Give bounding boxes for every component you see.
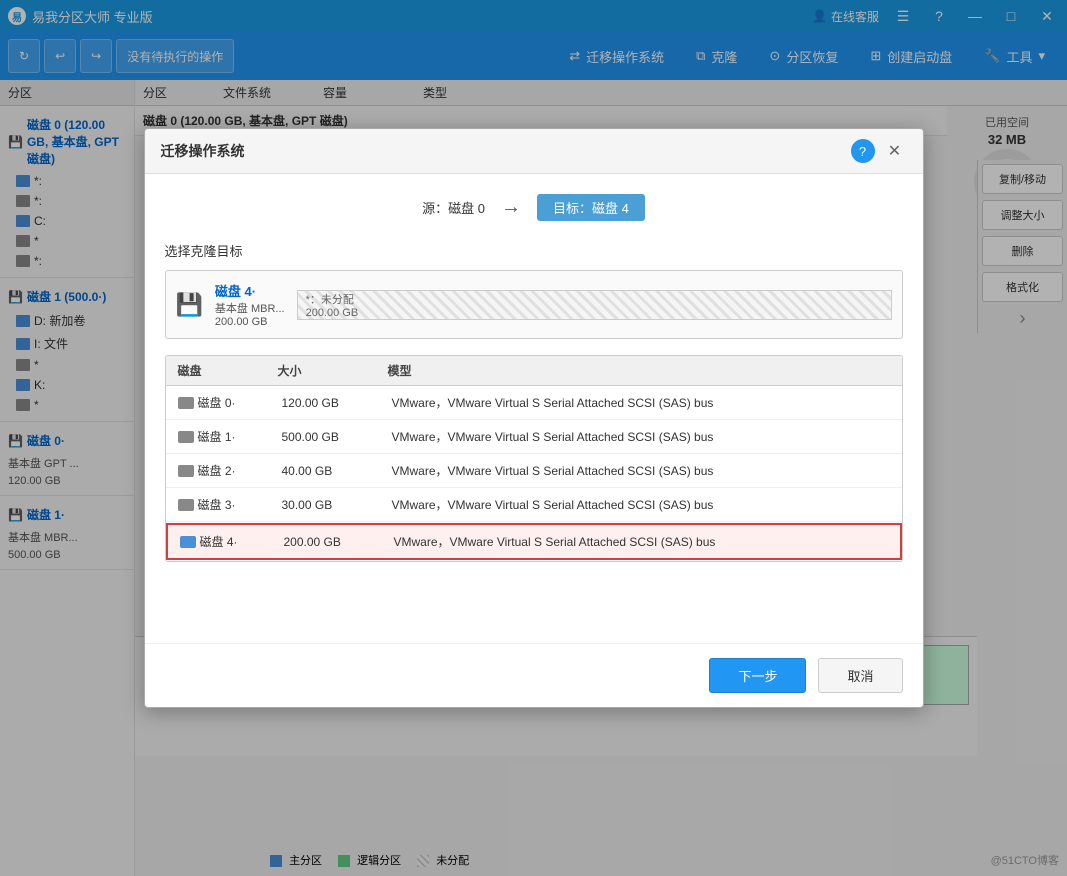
dialog-footer: 下一步 取消 [145,643,923,707]
preview-disk-size: 200.00 GB [215,316,285,328]
dialog-title-bar: 迁移操作系统 ? ✕ [145,129,923,174]
disk-row-model: VMware，VMware Virtual S Serial Attached … [392,462,890,479]
disk-selection-table: 磁盘 大小 模型 磁盘 0·120.00 GBVMware，VMware Vir… [165,355,903,562]
next-button[interactable]: 下一步 [709,658,806,693]
dialog-overlay: 迁移操作系统 ? ✕ 源：磁盘 0 → 目标：磁盘 4 选择克隆目标 💾 磁盘 … [0,0,1067,876]
source-label: 源：磁盘 0 [422,198,485,217]
disk-row-size: 120.00 GB [282,396,392,410]
disk-row-0[interactable]: 磁盘 0·120.00 GBVMware，VMware Virtual S Se… [166,386,902,420]
disk-row-1[interactable]: 磁盘 1·500.00 GBVMware，VMware Virtual S Se… [166,420,902,454]
cancel-button[interactable]: 取消 [818,658,902,693]
disk-row-model: VMware，VMware Virtual S Serial Attached … [392,428,890,445]
disk-row-3[interactable]: 磁盘 3·30.00 GBVMware，VMware Virtual S Ser… [166,488,902,522]
disk-table-header: 磁盘 大小 模型 [166,356,902,386]
migrate-dialog: 迁移操作系统 ? ✕ 源：磁盘 0 → 目标：磁盘 4 选择克隆目标 💾 磁盘 … [144,128,924,708]
selected-disk-preview: 💾 磁盘 4· 基本盘 MBR... 200.00 GB *：未分配 200.0… [165,270,903,339]
disk-row-icon [178,431,194,443]
dialog-title: 迁移操作系统 [161,141,851,161]
arrow-icon: → [501,196,521,219]
disk-preview-info: 磁盘 4· 基本盘 MBR... 200.00 GB [215,281,285,328]
dialog-close-button[interactable]: ✕ [883,139,907,163]
disk-row-model: VMware，VMware Virtual S Serial Attached … [394,533,888,550]
disk-row-icon [178,499,194,511]
disk-row-name: 磁盘 4· [200,533,284,550]
dialog-body: 源：磁盘 0 → 目标：磁盘 4 选择克隆目标 💾 磁盘 4· 基本盘 MBR.… [145,174,923,643]
disk-preview-bar: *：未分配 200.00 GB [297,290,892,320]
dialog-help-button[interactable]: ? [851,139,875,163]
preview-disk-sub: 基本盘 MBR... [215,300,285,316]
disk-row-model: VMware，VMware Virtual S Serial Attached … [392,496,890,513]
disk-row-name: 磁盘 2· [198,462,282,479]
disk-row-name: 磁盘 3· [198,496,282,513]
disk-row-icon [178,397,194,409]
disk-row-name: 磁盘 1· [198,428,282,445]
disk-rows-container: 磁盘 0·120.00 GBVMware，VMware Virtual S Se… [166,386,902,560]
preview-disk-name: 磁盘 4· [215,281,285,300]
disk-row-2[interactable]: 磁盘 2·40.00 GBVMware，VMware Virtual S Ser… [166,454,902,488]
unallocated-label: *：未分配 200.00 GB [306,291,359,319]
disk-row-size: 500.00 GB [282,430,392,444]
disk-row-name: 磁盘 0· [198,394,282,411]
disk-row-model: VMware，VMware Virtual S Serial Attached … [392,394,890,411]
disk-row-size: 200.00 GB [284,535,394,549]
select-target-label: 选择克隆目标 [165,241,903,260]
disk-row-icon [178,465,194,477]
disk-row-size: 30.00 GB [282,498,392,512]
disk-row-4[interactable]: 磁盘 4·200.00 GBVMware，VMware Virtual S Se… [166,523,902,560]
target-badge: 目标：磁盘 4 [537,194,645,221]
disk-row-size: 40.00 GB [282,464,392,478]
disk-preview-icon: 💾 [176,292,203,318]
disk-row-icon [180,536,196,548]
source-target-row: 源：磁盘 0 → 目标：磁盘 4 [165,194,903,221]
